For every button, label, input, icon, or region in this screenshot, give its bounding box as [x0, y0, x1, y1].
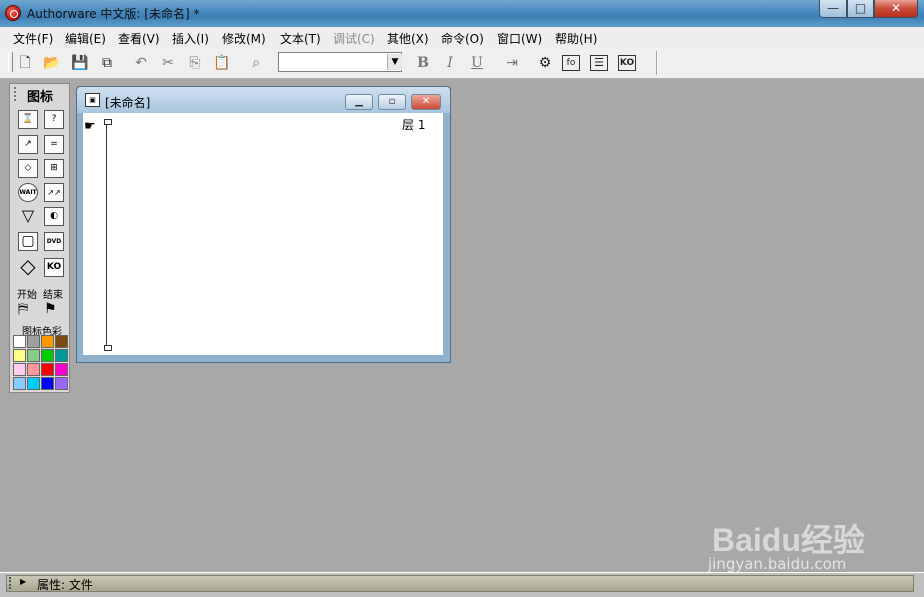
display-icon[interactable]: ⌛ [18, 110, 38, 129]
color-swatch[interactable] [13, 349, 26, 362]
color-swatch[interactable] [55, 377, 68, 390]
framework-icon[interactable]: ▽ [18, 207, 38, 226]
menu-text[interactable]: 文本(T) [280, 30, 321, 47]
navigate-icon[interactable]: ↗↗ [44, 183, 64, 202]
color-swatch[interactable] [27, 335, 40, 348]
erase-icon[interactable]: ◇ [18, 159, 38, 178]
import-icon[interactable]: ⧉ [97, 53, 117, 73]
map-icon[interactable]: ⊞ [44, 159, 64, 178]
color-swatch[interactable] [27, 349, 40, 362]
start-flag-icon[interactable]: ⛿ [18, 301, 28, 317]
find-icon[interactable]: ⌕ [246, 53, 266, 73]
color-swatch[interactable] [41, 349, 54, 362]
calculation-icon[interactable]: = [44, 135, 64, 154]
palette-grip[interactable] [14, 87, 19, 101]
menu-window[interactable]: 窗口(W) [497, 30, 542, 47]
run-icon[interactable]: ⇥ [502, 53, 522, 73]
toolbar-separator [656, 51, 658, 75]
layer-label: 层 1 [402, 118, 426, 132]
menu-modify[interactable]: 修改(M) [222, 30, 266, 47]
menu-insert[interactable]: 插入(I) [172, 30, 209, 47]
wait-icon[interactable]: WAIT [18, 183, 38, 202]
paste-icon[interactable]: 📋 [212, 53, 232, 73]
color-swatch[interactable] [41, 335, 54, 348]
maximize-button[interactable]: □ [847, 0, 874, 18]
child-restore-button[interactable]: ▫ [378, 94, 406, 110]
end-flag-label: 结束 [43, 290, 63, 301]
color-swatch[interactable] [41, 363, 54, 376]
copy-icon[interactable]: ⎘ [185, 53, 205, 73]
digital-movie-icon[interactable]: DVD [44, 232, 64, 251]
knowledge-objects-icon[interactable]: KO [618, 55, 636, 71]
knowledge-object-icon[interactable]: KO [44, 258, 64, 277]
flowline [106, 121, 107, 347]
italic-button[interactable]: I [440, 53, 460, 73]
variables-icon[interactable]: ☰ [590, 55, 608, 71]
underline-button[interactable]: U [467, 53, 487, 73]
properties-panel-bar[interactable] [6, 575, 914, 592]
font-select-dropdown-icon[interactable]: ▼ [387, 54, 402, 70]
menu-other[interactable]: 其他(X) [387, 30, 429, 47]
toolbar-grip[interactable] [8, 52, 13, 72]
end-flag-icon[interactable]: ⚑ [44, 301, 57, 317]
new-file-icon[interactable]: 🗋 [15, 53, 35, 73]
start-flag-label: 开始 [17, 290, 37, 301]
child-minimize-button[interactable]: ▁ [345, 94, 373, 110]
menu-debug[interactable]: 调试(C) [333, 30, 375, 47]
motion-icon[interactable]: ↗ [18, 135, 38, 154]
minimize-button[interactable]: — [819, 0, 847, 18]
control-panel-icon[interactable]: ⚙ [535, 53, 555, 73]
expand-arrow-icon[interactable]: ▶ [20, 577, 26, 586]
undo-icon[interactable]: ↶ [131, 53, 151, 73]
color-swatch[interactable] [13, 377, 26, 390]
diamond-icon[interactable]: ◇ [18, 256, 38, 277]
flowline-canvas[interactable] [83, 113, 443, 355]
save-all-icon[interactable]: 💾 [70, 53, 90, 73]
panel-grip[interactable] [9, 577, 14, 589]
menu-file[interactable]: 文件(F) [13, 30, 53, 47]
color-swatch[interactable] [55, 349, 68, 362]
watermark-url: jingyan.baidu.com [708, 555, 847, 573]
color-swatch[interactable] [55, 363, 68, 376]
cut-icon[interactable]: ✂ [158, 53, 178, 73]
menu-edit[interactable]: 编辑(E) [65, 30, 106, 47]
decision-icon[interactable]: ▢ [18, 232, 38, 251]
properties-label: 属性: 文件 [37, 578, 93, 592]
flowline-end-marker [104, 345, 112, 351]
font-select[interactable] [278, 52, 402, 72]
menu-view[interactable]: 查看(V) [118, 30, 160, 47]
paste-hand-icon: ☛ [84, 119, 96, 134]
color-swatch[interactable] [55, 335, 68, 348]
color-swatch[interactable] [13, 363, 26, 376]
color-swatch[interactable] [41, 377, 54, 390]
menu-commands[interactable]: 命令(O) [441, 30, 484, 47]
color-swatch[interactable] [27, 363, 40, 376]
window-title: Authorware 中文版: [未命名] * [27, 7, 200, 21]
flowline-document-icon: ▣ [85, 93, 100, 107]
palette-title: 图标 [27, 90, 54, 105]
child-close-button[interactable]: ✕ [411, 94, 441, 110]
flowline-window-title: [未命名] [105, 96, 151, 110]
bold-button[interactable]: B [413, 53, 433, 73]
open-file-icon[interactable]: 📂 [42, 53, 62, 73]
sound-icon[interactable]: ◐ [44, 207, 64, 226]
close-button[interactable]: ✕ [874, 0, 918, 18]
menu-help[interactable]: 帮助(H) [555, 30, 597, 47]
interaction-icon[interactable]: ? [44, 110, 64, 129]
color-swatch[interactable] [13, 335, 26, 348]
authorware-app-icon[interactable] [5, 5, 21, 21]
flowline-start-marker [104, 119, 112, 125]
color-swatch[interactable] [27, 377, 40, 390]
functions-icon[interactable]: fo [562, 55, 580, 71]
